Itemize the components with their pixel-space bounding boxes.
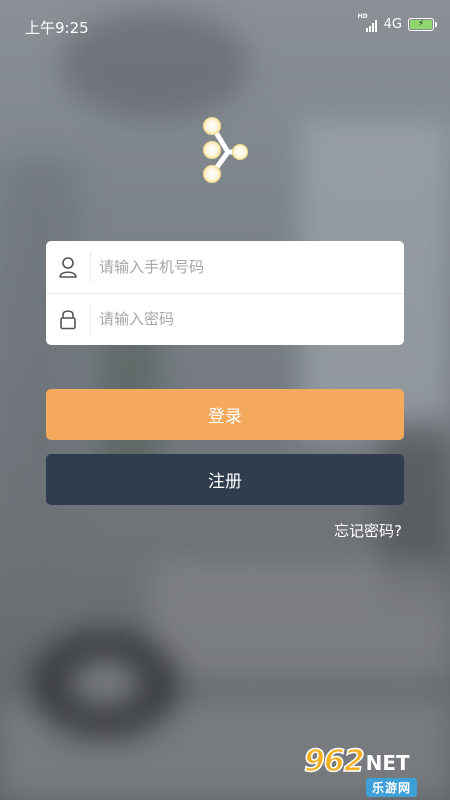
- login-screen: 上午9:25 HD 4G ⚡ 请输入手机号码 登录 注册 忘记密码? 962 N…: [0, 0, 450, 800]
- background-wall: [0, 160, 80, 580]
- watermark-logo: 962 NET: [303, 743, 410, 780]
- status-bar: 上午9:25 HD 4G ⚡: [0, 0, 450, 52]
- network-type: 4G: [383, 16, 402, 32]
- site-watermark: 962 NET 乐游网: [303, 743, 444, 797]
- status-time: 上午9:25: [25, 19, 89, 37]
- password-input[interactable]: [91, 298, 391, 340]
- watermark-site-name: 乐游网: [366, 778, 418, 797]
- battery-charging-icon: ⚡: [408, 17, 437, 31]
- status-indicators: HD 4G ⚡: [358, 13, 437, 32]
- phone-field-row: [46, 241, 404, 294]
- share-nodes-icon: [203, 117, 248, 183]
- forgot-password-link[interactable]: 忘记密码?: [334, 520, 402, 541]
- user-icon: [46, 241, 90, 293]
- watermark-number: 962: [303, 743, 365, 780]
- login-form: [46, 241, 404, 345]
- background-chair-opening: [70, 660, 140, 705]
- lock-icon: [46, 293, 90, 345]
- app-logo: [196, 110, 256, 190]
- password-field-row: [46, 293, 404, 345]
- watermark-suffix: NET: [365, 751, 410, 775]
- login-button[interactable]: 登录: [46, 389, 404, 440]
- register-button[interactable]: 注册: [46, 454, 404, 505]
- cell-signal-icon: HD: [358, 13, 378, 32]
- phone-input[interactable]: [91, 246, 391, 288]
- background-sofa: [150, 560, 450, 680]
